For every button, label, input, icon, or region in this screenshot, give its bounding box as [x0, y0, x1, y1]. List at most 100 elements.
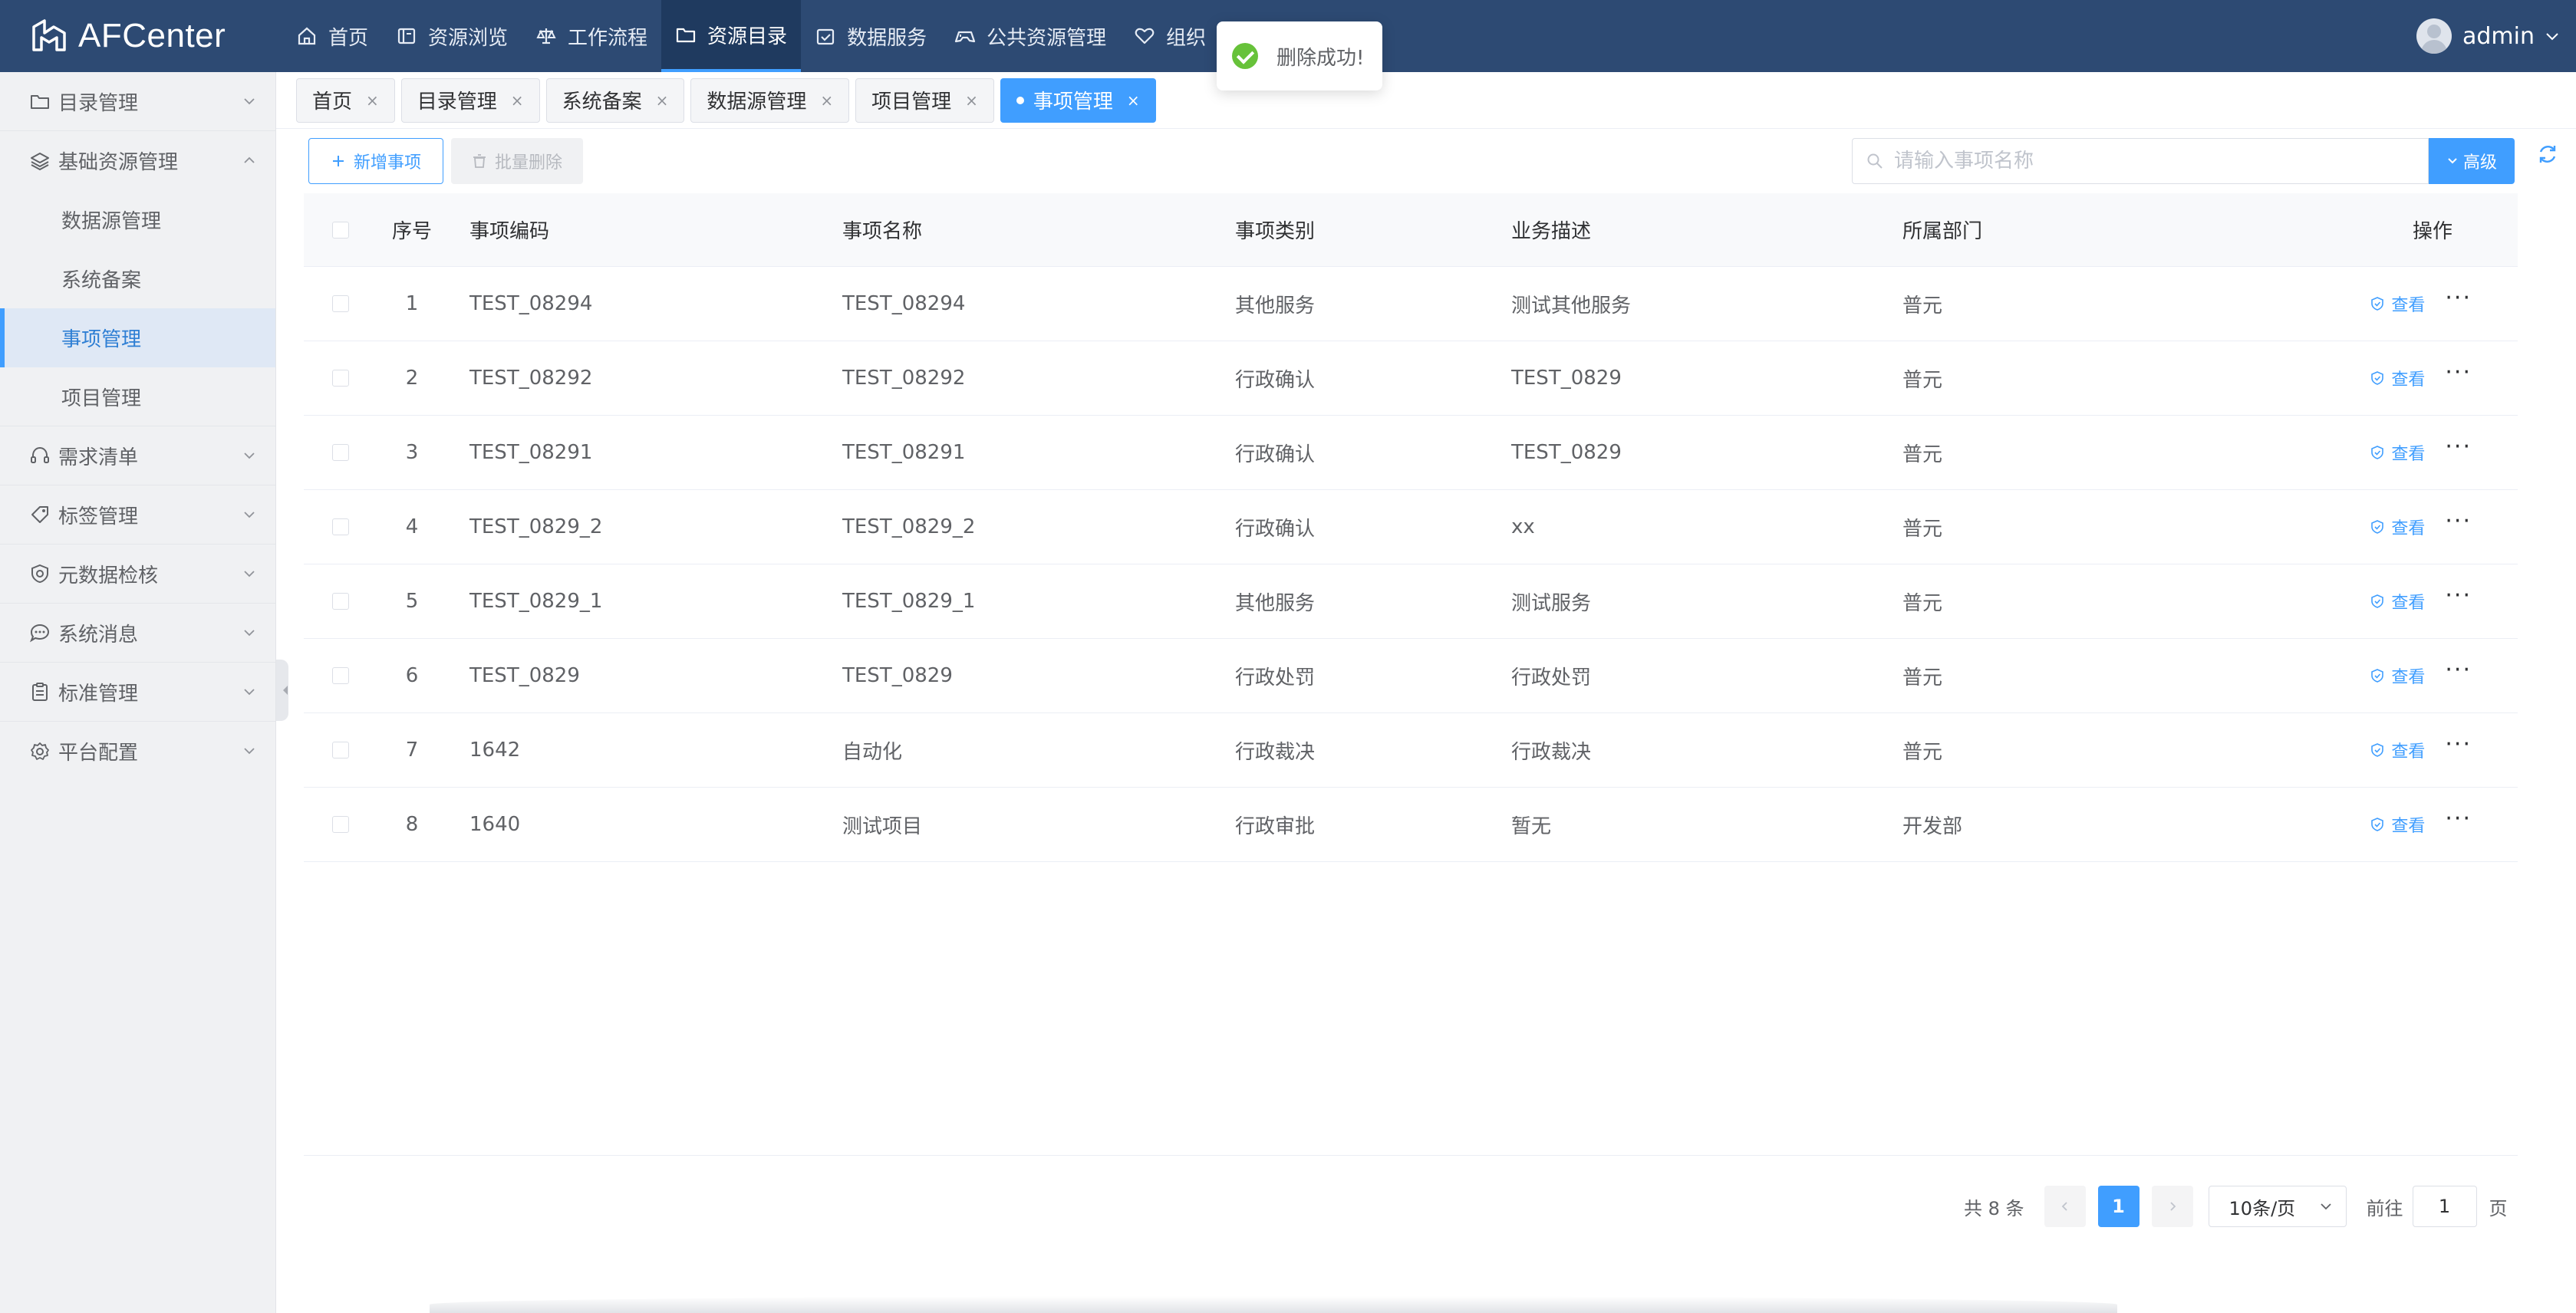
matter-type: 行政处罚 [1235, 666, 1316, 689]
chevron-down-icon [244, 98, 255, 105]
topnav-organization[interactable]: 组织 [1120, 0, 1220, 72]
row-select-cell [304, 518, 377, 535]
sidebar-item-system-messages[interactable]: 系统消息 [0, 604, 275, 663]
view-label: 查看 [2391, 742, 2426, 762]
topnav-workflow[interactable]: 工作流程 [522, 0, 661, 72]
matter-description: TEST_0829 [1511, 367, 1622, 390]
next-page-button[interactable] [2151, 1186, 2193, 1227]
close-icon[interactable]: × [366, 91, 379, 110]
sidebar-item-tags[interactable]: 标签管理 [0, 485, 275, 545]
page-number-button[interactable]: 1 [2097, 1186, 2140, 1227]
shield-check-icon [2371, 743, 2384, 757]
matter-type: 其他服务 [1235, 591, 1316, 615]
view-button[interactable]: 查看 [2370, 291, 2425, 316]
matter-name: TEST_08291 [842, 441, 966, 464]
select-all-checkbox[interactable] [332, 221, 349, 239]
prev-page-button[interactable] [2044, 1186, 2086, 1227]
more-actions-icon[interactable]: ··· [2445, 515, 2472, 533]
tab-system-filing[interactable]: 系统备案 × [545, 77, 685, 123]
sidebar-item-standards[interactable]: 标准管理 [0, 663, 275, 722]
sidebar-item-basic-resource[interactable]: 基础资源管理 [0, 131, 275, 190]
tab-matter[interactable]: 事项管理 × [1000, 77, 1156, 123]
topnav-data-service[interactable]: 数据服务 [801, 0, 940, 72]
row-checkbox[interactable] [332, 742, 349, 759]
view-button[interactable]: 查看 [2370, 440, 2425, 465]
close-icon[interactable]: × [820, 91, 833, 110]
scale-icon [536, 28, 556, 44]
row-checkbox[interactable] [332, 444, 349, 461]
more-actions-icon[interactable]: ··· [2445, 440, 2472, 459]
app-logo[interactable]: AFCenter [0, 0, 282, 72]
sidebar-item-metadata-check[interactable]: 元数据检核 [0, 545, 275, 604]
page-suffix-label: 页 [2489, 1197, 2508, 1219]
tab-project[interactable]: 项目管理 × [855, 77, 994, 123]
tab-label: 项目管理 [871, 90, 952, 114]
more-actions-icon[interactable]: ··· [2445, 589, 2472, 607]
tab-label: 系统备案 [562, 90, 642, 114]
more-actions-icon[interactable]: ··· [2445, 738, 2472, 756]
row-checkbox[interactable] [332, 593, 349, 610]
view-button[interactable]: 查看 [2370, 589, 2425, 614]
tab-datasource[interactable]: 数据源管理 × [690, 77, 850, 123]
add-matter-button[interactable]: 新增事项 [308, 138, 443, 184]
shield-check-icon [2371, 297, 2384, 311]
sidebar-subitem-matter-management[interactable]: 事项管理 [0, 308, 275, 367]
row-select-cell [304, 295, 377, 312]
topnav-resource-catalog[interactable]: 资源目录 [661, 0, 802, 72]
refresh-icon[interactable] [2536, 143, 2559, 166]
close-icon[interactable]: × [511, 91, 524, 110]
sidebar-item-platform-config[interactable]: 平台配置 [0, 722, 275, 781]
sidebar-item-requirements[interactable]: 需求清单 [0, 426, 275, 485]
tab-home[interactable]: 首页 × [296, 77, 395, 123]
row-index: 5 [405, 590, 419, 613]
batch-delete-label: 批量删除 [494, 153, 562, 173]
column-header: 操作 [2412, 220, 2452, 243]
row-checkbox[interactable] [332, 667, 349, 684]
view-button[interactable]: 查看 [2370, 812, 2425, 837]
tab-label: 目录管理 [417, 90, 497, 114]
row-checkbox[interactable] [332, 370, 349, 387]
view-button[interactable]: 查看 [2370, 663, 2425, 688]
topnav-label: 首页 [328, 26, 369, 50]
sidebar-collapse-handle[interactable] [276, 660, 288, 721]
topnav-public-resource[interactable]: 公共资源管理 [940, 0, 1120, 72]
sidebar-subitem-project-management[interactable]: 项目管理 [0, 367, 275, 426]
row-actions: 查看 ··· [2301, 366, 2518, 390]
view-button[interactable]: 查看 [2370, 366, 2425, 390]
goto-page-input[interactable]: 1 [2412, 1186, 2477, 1227]
advanced-search-button[interactable]: 高级 [2429, 138, 2515, 184]
sidebar-subitem-datasource[interactable]: 数据源管理 [0, 190, 275, 249]
matter-name: TEST_0829_1 [842, 590, 976, 613]
view-button[interactable]: 查看 [2370, 515, 2425, 539]
row-checkbox[interactable] [332, 816, 349, 833]
sidebar-subitem-label: 系统备案 [61, 269, 142, 292]
topnav-label: 资源目录 [707, 25, 788, 48]
more-actions-icon[interactable]: ··· [2445, 812, 2472, 831]
tab-catalog[interactable]: 目录管理 × [400, 77, 540, 123]
row-checkbox[interactable] [332, 518, 349, 535]
sidebar-item-label: 标签管理 [58, 505, 139, 528]
matter-code: TEST_0829_2 [469, 515, 603, 538]
close-icon[interactable]: × [1127, 91, 1140, 110]
more-actions-icon[interactable]: ··· [2445, 663, 2472, 682]
topnav-home[interactable]: 首页 [282, 0, 382, 72]
shield-check-icon [2371, 818, 2384, 831]
sidebar-item-catalog[interactable]: 目录管理 [0, 72, 275, 131]
search-input[interactable] [1894, 150, 2400, 173]
view-button[interactable]: 查看 [2370, 738, 2425, 762]
sidebar-subitem-label: 项目管理 [61, 387, 142, 410]
more-actions-icon[interactable]: ··· [2445, 291, 2472, 310]
more-actions-icon[interactable]: ··· [2445, 366, 2472, 384]
chevron-down-icon [2320, 1203, 2331, 1210]
matter-department: 开发部 [1902, 814, 1963, 838]
row-checkbox[interactable] [332, 295, 349, 312]
sidebar-subitem-system-filing[interactable]: 系统备案 [0, 249, 275, 308]
batch-delete-button[interactable]: 批量删除 [451, 138, 583, 184]
page-size-select[interactable]: 10条/页 [2208, 1186, 2347, 1227]
close-icon[interactable]: × [656, 91, 669, 110]
topnav-resource-browse[interactable]: 资源浏览 [382, 0, 522, 72]
user-menu[interactable]: admin [2416, 0, 2561, 72]
chat-icon [29, 624, 50, 643]
sidebar-item-label: 需求清单 [58, 446, 139, 469]
close-icon[interactable]: × [965, 91, 978, 110]
